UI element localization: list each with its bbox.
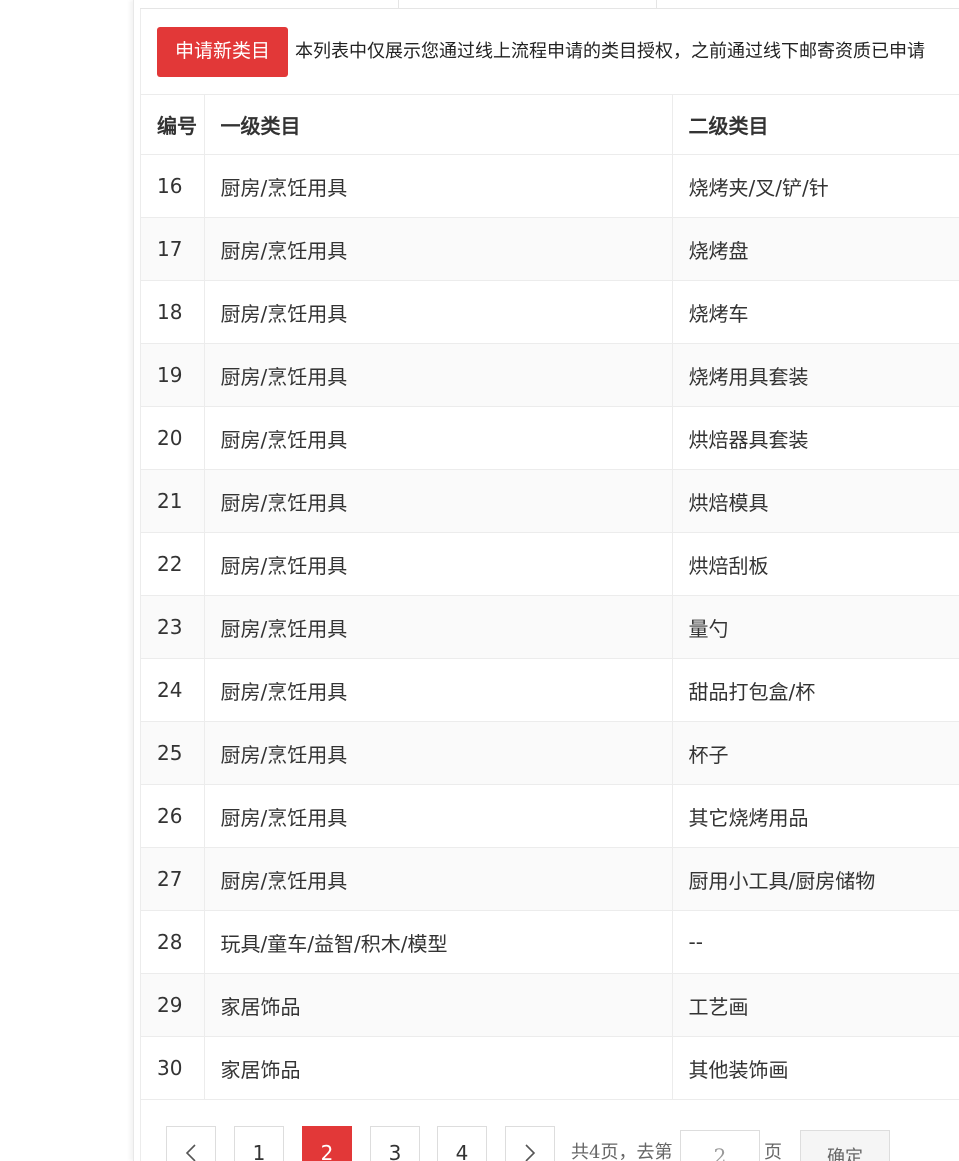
column-header-id: 编号 bbox=[141, 95, 205, 155]
total-pages-text: 共4页，去第 bbox=[571, 1142, 673, 1161]
cell-level1: 玩具/童车/益智/积木/模型 bbox=[204, 910, 673, 974]
cell-id: 29 bbox=[141, 973, 205, 1037]
table-row: 28 玩具/童车/益智/积木/模型 -- bbox=[141, 910, 959, 974]
category-panel: 申请新类目 本列表中仅展示您通过线上流程申请的类目授权，之前通过线下邮寄资质已申… bbox=[133, 0, 959, 1161]
toolbar: 申请新类目 本列表中仅展示您通过线上流程申请的类目授权，之前通过线下邮寄资质已申… bbox=[141, 9, 959, 95]
table-row: 23 厨房/烹饪用具 量勺 bbox=[141, 595, 959, 659]
tab-separator bbox=[656, 0, 657, 8]
top-tab-strip bbox=[140, 0, 959, 9]
table-row: 27 厨房/烹饪用具 厨用小工具/厨房储物 bbox=[141, 847, 959, 911]
cell-id: 19 bbox=[141, 343, 205, 407]
table-row: 17 厨房/烹饪用具 烧烤盘 bbox=[141, 217, 959, 281]
pagination: 1 2 3 4 共4页，去第 页 确定 bbox=[166, 1116, 956, 1161]
table-row: 18 厨房/烹饪用具 烧烤车 bbox=[141, 280, 959, 344]
column-header-level1: 一级类目 bbox=[204, 95, 673, 155]
page-unit-text: 页 bbox=[764, 1142, 782, 1161]
table-body: 16 厨房/烹饪用具 烧烤夹/叉/铲/针 17 厨房/烹饪用具 烧烤盘 18 厨房/烹饪用具烧… bbox=[141, 154, 959, 1100]
cell-id: 28 bbox=[141, 910, 205, 974]
cell-level2: 烧烤盘 bbox=[672, 217, 959, 281]
page-button-3[interactable]: 3 bbox=[370, 1126, 420, 1161]
cell-level1: 厨房/烹饪用具 bbox=[204, 154, 673, 218]
cell-id: 18 bbox=[141, 280, 205, 344]
cell-level1: 厨房/烹饪用具 bbox=[204, 847, 673, 911]
cell-level1: 厨房/烹饪用具 bbox=[204, 721, 673, 785]
table-row: 25 厨房/烹饪用具 杯子 bbox=[141, 721, 959, 785]
cell-id: 20 bbox=[141, 406, 205, 470]
cell-id: 23 bbox=[141, 595, 205, 659]
cell-id: 30 bbox=[141, 1036, 205, 1100]
column-header-level2: 二级类目 bbox=[672, 95, 959, 155]
cell-level2: 量勺 bbox=[672, 595, 959, 659]
cell-id: 17 bbox=[141, 217, 205, 281]
cell-id: 27 bbox=[141, 847, 205, 911]
table-header-row: 编号 一级类目 二级类目 bbox=[141, 95, 959, 155]
cell-level2: 烧烤车 bbox=[672, 280, 959, 344]
cell-level2: 烧烤用具套装 bbox=[672, 343, 959, 407]
cell-level2: 烘焙模具 bbox=[672, 469, 959, 533]
category-table: 编号 一级类目 二级类目 16 厨房/烹饪用具 烧烤夹/叉/铲/针 17 厨房/烹饪用具… bbox=[141, 95, 959, 1100]
table-row: 29 家居饰品 工艺画 bbox=[141, 973, 959, 1037]
cell-level1: 厨房/烹饪用具 bbox=[204, 658, 673, 722]
cell-level2: 烘焙刮板 bbox=[672, 532, 959, 596]
cell-level1: 家居饰品 bbox=[204, 1036, 673, 1100]
cell-level2: 其他装饰画 bbox=[672, 1036, 959, 1100]
cell-level2: 厨用小工具/厨房储物 bbox=[672, 847, 959, 911]
goto-confirm-button[interactable]: 确定 bbox=[800, 1130, 890, 1161]
table-row: 16 厨房/烹饪用具 烧烤夹/叉/铲/针 bbox=[141, 154, 959, 218]
cell-id: 24 bbox=[141, 658, 205, 722]
cell-level1: 厨房/烹饪用具 bbox=[204, 532, 673, 596]
table-row: 26 厨房/烹饪用具 其它烧烤用品 bbox=[141, 784, 959, 848]
cell-id: 26 bbox=[141, 784, 205, 848]
table-row: 24 厨房/烹饪用具 甜品打包盒/杯 bbox=[141, 658, 959, 722]
page-button-2-current[interactable]: 2 bbox=[302, 1126, 352, 1161]
table-row: 22 厨房/烹饪用具 烘焙刮板 bbox=[141, 532, 959, 596]
cell-level1: 厨房/烹饪用具 bbox=[204, 217, 673, 281]
cell-level1: 厨房/烹饪用具 bbox=[204, 595, 673, 659]
table-row: 30 家居饰品 其他装饰画 bbox=[141, 1036, 959, 1100]
notice-text: 本列表中仅展示您通过线上流程申请的类目授权，之前通过线下邮寄资质已申请 bbox=[295, 41, 925, 62]
table-row: 21 厨房/烹饪用具 烘焙模具 bbox=[141, 469, 959, 533]
cell-level1: 厨房/烹饪用具 bbox=[204, 406, 673, 470]
cell-level2: 烧烤夹/叉/铲/针 bbox=[672, 154, 959, 218]
content-area: 申请新类目 本列表中仅展示您通过线上流程申请的类目授权，之前通过线下邮寄资质已申… bbox=[140, 9, 959, 1161]
cell-id: 21 bbox=[141, 469, 205, 533]
cell-level2: 工艺画 bbox=[672, 973, 959, 1037]
left-gutter bbox=[0, 0, 133, 1161]
cell-id: 16 bbox=[141, 154, 205, 218]
cell-level1: 厨房/烹饪用具 bbox=[204, 280, 673, 344]
page-button-4[interactable]: 4 bbox=[437, 1126, 487, 1161]
table-row: 19 厨房/烹饪用具 烧烤用具套装 bbox=[141, 343, 959, 407]
cell-level2: 杯子 bbox=[672, 721, 959, 785]
chevron-right-icon bbox=[525, 1144, 536, 1161]
page-button-1[interactable]: 1 bbox=[234, 1126, 284, 1161]
cell-level2: 烘焙器具套装 bbox=[672, 406, 959, 470]
cell-level2: 甜品打包盒/杯 bbox=[672, 658, 959, 722]
goto-page-input[interactable] bbox=[680, 1130, 760, 1161]
tab-separator bbox=[398, 0, 399, 8]
cell-level2: 其它烧烤用品 bbox=[672, 784, 959, 848]
next-page-button[interactable] bbox=[505, 1126, 555, 1161]
cell-level1: 家居饰品 bbox=[204, 973, 673, 1037]
cell-id: 25 bbox=[141, 721, 205, 785]
prev-page-button[interactable] bbox=[166, 1126, 216, 1161]
apply-new-category-button[interactable]: 申请新类目 bbox=[157, 27, 289, 77]
table-row: 20 厨房/烹饪用具 烘焙器具套装 bbox=[141, 406, 959, 470]
cell-level1: 厨房/烹饪用具 bbox=[204, 784, 673, 848]
cell-level2: -- bbox=[672, 910, 959, 974]
cell-level1: 厨房/烹饪用具 bbox=[204, 343, 673, 407]
cell-level1: 厨房/烹饪用具 bbox=[204, 469, 673, 533]
cell-id: 22 bbox=[141, 532, 205, 596]
chevron-left-icon bbox=[185, 1144, 196, 1161]
